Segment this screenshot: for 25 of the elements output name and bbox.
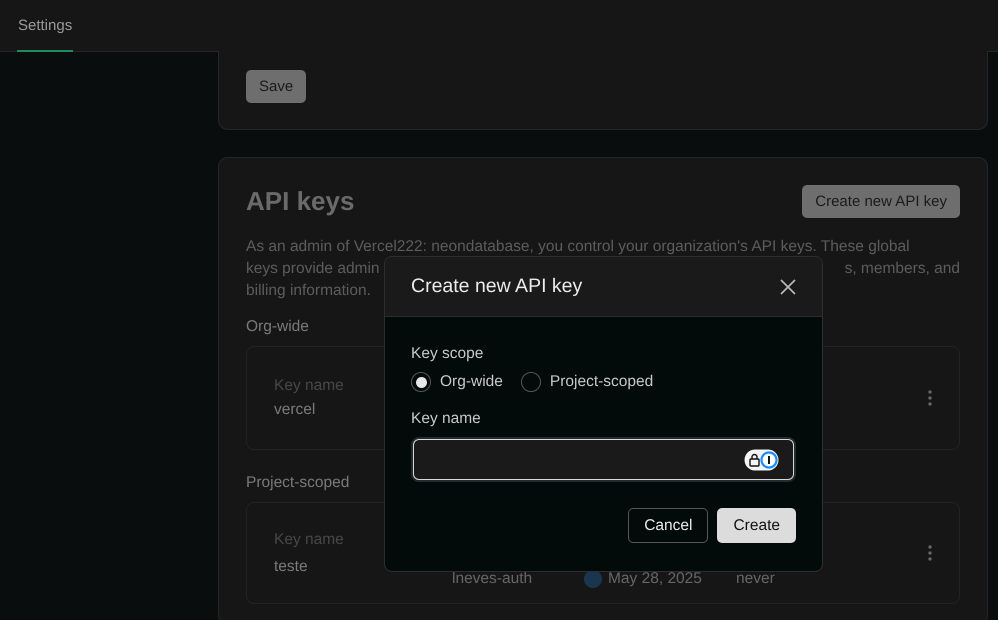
description-text: As an admin of Vercel222: neondatabase, you control your organization's API keys. These global bbox=[246, 237, 910, 257]
description-text: billing information. bbox=[246, 281, 371, 301]
field-label: Key name bbox=[411, 410, 482, 428]
field-label: Key scope bbox=[411, 345, 484, 363]
last-used: never bbox=[736, 570, 775, 588]
close-icon[interactable] bbox=[780, 278, 796, 294]
more-icon[interactable] bbox=[928, 545, 932, 561]
scope-radio[interactable]: Org-wide bbox=[411, 372, 503, 392]
settings-tab[interactable]: Settings bbox=[17, 0, 74, 52]
description-text: s, members, and bbox=[844, 259, 960, 279]
key-name-input[interactable] bbox=[413, 439, 794, 480]
key-name: teste bbox=[274, 558, 309, 576]
section-title: API keys bbox=[246, 186, 354, 217]
description-text: keys provide admin bbox=[246, 259, 380, 279]
scope-radio[interactable]: Project-scoped bbox=[520, 372, 654, 392]
dialog-title: Create new API key bbox=[411, 275, 582, 298]
created-date: May 28, 2025 bbox=[608, 570, 702, 588]
cancel-button[interactable]: Cancel bbox=[628, 508, 708, 543]
key-name: vercel bbox=[274, 401, 316, 419]
project-name: lneves-auth bbox=[452, 570, 532, 588]
more-icon[interactable] bbox=[928, 390, 932, 406]
password-manager-icon[interactable] bbox=[744, 448, 779, 470]
group-heading: Org-wide bbox=[246, 318, 310, 336]
create-button[interactable]: Create bbox=[717, 508, 796, 543]
group-heading: Project-scoped bbox=[246, 474, 350, 492]
